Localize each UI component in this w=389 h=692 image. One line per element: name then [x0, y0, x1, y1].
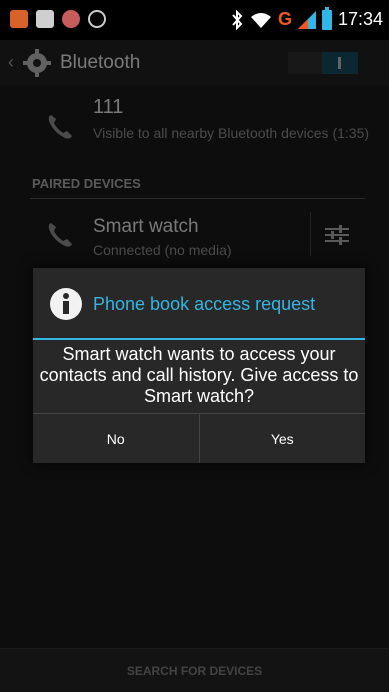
phone-icon [48, 223, 72, 247]
device-name: 111 [93, 96, 124, 118]
paired-device-name: Smart watch [93, 216, 199, 237]
info-icon [50, 288, 82, 320]
app-icon [10, 10, 28, 28]
circle-icon [88, 10, 106, 28]
no-button[interactable]: No [33, 414, 199, 463]
search-for-devices-button[interactable]: SEARCH FOR DEVICES [0, 649, 389, 692]
action-bar: ‹ Bluetooth [0, 40, 389, 86]
device-settings-icon[interactable] [323, 224, 351, 246]
bluetooth-toggle[interactable] [288, 52, 358, 74]
this-device-row[interactable]: 111 Visible to all nearby Bluetooth devi… [0, 86, 389, 166]
wifi-icon [250, 12, 271, 28]
clock: 17:34 [337, 9, 383, 29]
paired-device-row[interactable]: Smart watch Connected (no media) [0, 206, 389, 262]
bottom-bar: SEARCH FOR DEVICES [0, 648, 389, 692]
yes-button[interactable]: Yes [198, 414, 366, 463]
phone-icon [48, 115, 72, 139]
camera-icon [62, 10, 80, 28]
phonebook-access-dialog: Phone book access request Smart watch wa… [33, 268, 365, 463]
signal-icon [297, 10, 316, 29]
page-title: Bluetooth [60, 52, 141, 73]
device-visibility: Visible to all nearby Bluetooth devices … [93, 125, 370, 141]
dialog-divider [33, 338, 365, 340]
dialog-header: Phone book access request [33, 268, 365, 340]
bluetooth-icon [232, 9, 243, 30]
paired-devices-header: PAIRED DEVICES [32, 176, 141, 191]
dialog-title: Phone book access request [93, 294, 316, 314]
dialog-message: Smart watch wants to access your contact… [39, 344, 359, 406]
back-chevron-icon[interactable]: ‹ [8, 52, 14, 73]
gear-icon[interactable] [22, 48, 52, 78]
network-type-label: G [277, 9, 292, 29]
dialog-buttons: No Yes [33, 413, 365, 463]
paired-device-status: Connected (no media) [93, 242, 232, 258]
status-bar: G 17:34 [0, 0, 389, 40]
image-icon [36, 10, 54, 28]
battery-icon [321, 6, 332, 30]
section-divider [30, 198, 365, 199]
row-divider [310, 212, 311, 256]
